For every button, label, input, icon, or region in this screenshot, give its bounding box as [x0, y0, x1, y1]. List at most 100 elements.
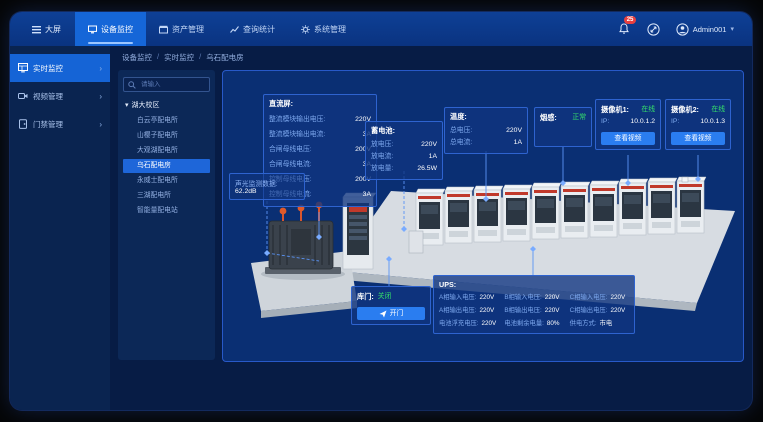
nav-item-system-management[interactable]: 系统管理 [288, 12, 359, 46]
metric-label: 声光监测数据: [235, 178, 299, 188]
nav-item-dashboard[interactable]: 大屏 [10, 12, 75, 46]
camera-3d [682, 177, 688, 182]
search-icon [128, 81, 136, 89]
breadcrumb-separator: / [157, 52, 159, 63]
tree-item-station[interactable]: 大观湖配电所 [123, 144, 210, 158]
metric-label: 放电压: [371, 139, 393, 151]
nav-item-label: 系统管理 [314, 24, 346, 35]
sidebar-item-video-management[interactable]: 视频管理 › [10, 82, 110, 110]
user-menu[interactable]: Admin001 ▾ [676, 23, 734, 36]
nav-right-cluster: 25 Admin001 ▾ [616, 12, 752, 46]
camera-ip: 10.0.1.2 [630, 116, 655, 128]
breadcrumb: 设备监控 / 实时监控 / 乌石配电房 [122, 52, 244, 63]
metric-value: 220V [545, 292, 560, 303]
tree-search-input[interactable] [139, 80, 205, 89]
view-video-button[interactable]: 查看视频 [671, 132, 725, 145]
video-camera-icon [18, 91, 28, 101]
metric-label: B相输入电压: [504, 292, 541, 303]
chart-icon [230, 25, 239, 34]
metric-label: A相输入电压: [439, 292, 476, 303]
fullscreen-icon [647, 23, 660, 36]
tree-item-station-selected[interactable]: 乌石配电房 [123, 159, 210, 173]
tree-item-station[interactable]: 智能量配电站 [123, 204, 210, 218]
metric-value: 26.5W [417, 163, 437, 175]
camera1-panel: 摄像机1: 在线 IP: 10.0.1.2 查看视频 [595, 99, 661, 150]
wall-box-3d [409, 231, 423, 253]
metric-label: 整流模块输出电流: [269, 127, 325, 142]
top-navigation-bar: 大屏 设备监控 资产管理 查询统计 系统管理 [10, 12, 752, 46]
metric-value: 220V [610, 305, 625, 316]
chevron-right-icon: › [99, 92, 102, 101]
tree-collapse-icon: ▾ [125, 101, 129, 109]
gear-icon [301, 25, 310, 34]
metric-label: C相输入电压: [570, 292, 608, 303]
door-panel: 库门: 关闭 开门 [351, 286, 431, 325]
metric-label: IP: [601, 116, 609, 128]
chevron-right-icon: › [99, 120, 102, 129]
panel-title: UPS: [439, 280, 629, 289]
panel-title: 温度: [450, 112, 522, 122]
sidebar-item-access-control[interactable]: 门禁管理 › [10, 110, 110, 138]
status-badge: 在线 [641, 104, 655, 116]
app-window: 大屏 设备监控 资产管理 查询统计 系统管理 [10, 12, 752, 410]
sidebar-item-realtime-monitoring[interactable]: 实时监控 › [10, 54, 110, 82]
tree-search-box [123, 77, 210, 92]
metric-label: 摄像机2: [671, 104, 699, 116]
metric-label: 放电量: [371, 163, 393, 175]
asset-box-icon [159, 25, 168, 34]
metric-label: C相输出电压: [570, 305, 608, 316]
send-icon [379, 310, 387, 318]
metric-value: 80% [547, 318, 560, 329]
breadcrumb-item-current: 乌石配电房 [206, 52, 244, 63]
chevron-down-icon: ▾ [730, 25, 734, 33]
breadcrumb-item[interactable]: 设备监控 [122, 52, 152, 63]
power-room-canvas: 直流屏: 整流模块输出电压:220V 整流模块输出电流:3A 合闸母线电压:20… [222, 70, 744, 362]
status-badge: 关闭 [378, 291, 392, 303]
metric-label: A相输出电压: [439, 305, 476, 316]
sidebar-item-label: 实时监控 [33, 63, 63, 74]
metric-value: 1A [514, 137, 522, 149]
metric-value: 220V [610, 292, 625, 303]
metric-label: 摄像机1: [601, 104, 629, 116]
noise-monitor-panel: 声光监测数据: 62.2dB [229, 173, 305, 200]
metric-label: 总电压: [450, 125, 472, 137]
view-video-button[interactable]: 查看视频 [601, 132, 655, 145]
notification-count-badge: 25 [624, 16, 637, 24]
tree-item-station[interactable]: 三湖配电所 [123, 189, 210, 203]
metric-value: 市电 [600, 318, 613, 329]
metric-value: 3A [363, 187, 371, 202]
tree-root-node[interactable]: ▾ 湖大校区 [125, 100, 210, 110]
button-label: 开门 [390, 307, 404, 320]
temperature-panel: 温度: 总电压:220V 总电流:1A [444, 107, 528, 154]
door-access-icon [18, 119, 28, 129]
nav-item-label: 查询统计 [243, 24, 275, 35]
button-label: 查看视频 [614, 132, 641, 145]
nav-item-label: 设备监控 [101, 24, 133, 35]
metric-label: 电池浮充电压: [439, 318, 479, 329]
breadcrumb-item[interactable]: 实时监控 [164, 52, 194, 63]
status-badge: 在线 [711, 104, 725, 116]
metric-label: 供电方式: [570, 318, 597, 329]
nav-item-asset-management[interactable]: 资产管理 [146, 12, 217, 46]
nav-item-label: 大屏 [45, 24, 61, 35]
metric-label: B相输出电压: [504, 305, 541, 316]
metric-label: 合闸母线电流: [269, 157, 312, 172]
menu-icon [32, 25, 41, 34]
tree-item-station[interactable]: 山樱子配电所 [123, 129, 210, 143]
tree-root-label: 湖大校区 [132, 100, 160, 110]
metric-value: 1A [429, 151, 437, 163]
metric-value: 220V [479, 305, 494, 316]
ups-panel: UPS: A相输入电压:220V B相输入电压:220V C相输入电压:220V… [433, 275, 635, 334]
tree-item-station[interactable]: 白云亭配电所 [123, 114, 210, 128]
monitor-grid-icon [18, 63, 28, 73]
nav-item-device-monitoring[interactable]: 设备监控 [75, 12, 146, 46]
fullscreen-button[interactable] [646, 21, 662, 37]
tree-item-station[interactable]: 永威士配电所 [123, 174, 210, 188]
avatar-icon [676, 23, 689, 36]
metric-label: 烟感: [540, 112, 557, 124]
panel-title: 直流屏: [269, 99, 371, 109]
metric-label: 整流模块输出电压: [269, 112, 325, 127]
open-door-button[interactable]: 开门 [357, 307, 425, 320]
notifications-button[interactable]: 25 [616, 21, 632, 37]
nav-item-query-statistics[interactable]: 查询统计 [217, 12, 288, 46]
